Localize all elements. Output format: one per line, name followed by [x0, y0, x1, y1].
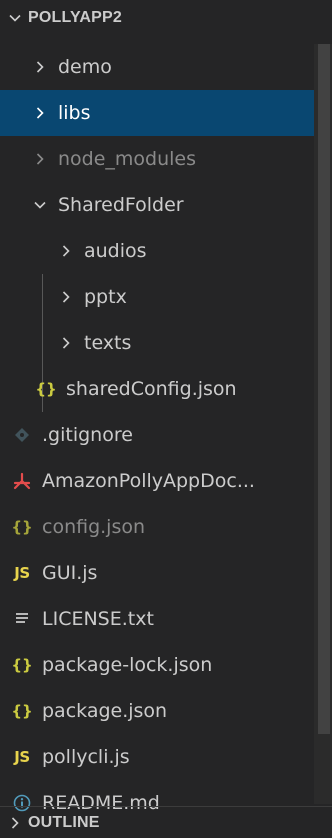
tree-file-package-json[interactable]: {} package.json: [0, 688, 314, 734]
json-braces-icon: {}: [11, 518, 33, 536]
explorer-panel: POLLYAPP2 demo libs node_modules SharedF…: [0, 0, 332, 837]
tree-item-label: node_modules: [58, 148, 197, 170]
tree-file-pollycli-js[interactable]: JS pollycli.js: [0, 734, 314, 780]
tree-folder-demo[interactable]: demo: [0, 44, 314, 90]
tree-item-label: package-lock.json: [42, 654, 213, 676]
tree-item-label: libs: [58, 102, 91, 124]
project-section-header[interactable]: POLLYAPP2: [0, 0, 332, 36]
file-tree: demo libs node_modules SharedFolder audi…: [0, 44, 314, 826]
tree-item-label: AmazonPollyAppDoc...: [42, 470, 255, 492]
js-icon: JS: [14, 564, 30, 582]
chevron-right-icon: [28, 55, 52, 79]
tree-item-label: package.json: [42, 700, 168, 722]
tree-folder-texts[interactable]: texts: [0, 320, 314, 366]
json-braces-icon: {}: [11, 702, 33, 720]
tree-item-label: .gitignore: [42, 424, 133, 446]
text-lines-icon: [10, 612, 34, 626]
json-braces-icon: {}: [11, 656, 33, 674]
tree-folder-node-modules[interactable]: node_modules: [0, 136, 314, 182]
chevron-right-icon: [28, 147, 52, 171]
tree-item-label: audios: [84, 240, 147, 262]
chevron-right-icon: [54, 331, 78, 355]
tree-item-label: pptx: [84, 286, 127, 308]
js-icon: JS: [14, 748, 30, 766]
tree-folder-pptx[interactable]: pptx: [0, 274, 314, 320]
chevron-down-icon: [28, 193, 52, 217]
tree-item-label: LICENSE.txt: [42, 608, 154, 630]
project-title: POLLYAPP2: [28, 9, 122, 26]
tree-folder-sharedfolder[interactable]: SharedFolder: [0, 182, 314, 228]
tree-file-package-lock-json[interactable]: {} package-lock.json: [0, 642, 314, 688]
outline-section-header[interactable]: OUTLINE: [0, 806, 332, 838]
git-diamond-icon: [10, 427, 34, 443]
tree-item-label: sharedConfig.json: [66, 378, 237, 400]
tree-file-gui-js[interactable]: JS GUI.js: [0, 550, 314, 596]
chevron-right-icon: [54, 285, 78, 309]
scrollbar-thumb[interactable]: [318, 44, 330, 734]
chevron-down-icon: [2, 11, 28, 25]
chevron-right-icon: [2, 816, 28, 830]
outline-title: OUTLINE: [28, 813, 100, 831]
json-braces-icon: {}: [35, 380, 57, 398]
tree-item-label: pollycli.js: [42, 746, 130, 768]
pdf-icon: [10, 472, 34, 490]
tree-file-sharedconfig-json[interactable]: {} sharedConfig.json: [0, 366, 314, 412]
tree-item-label: texts: [84, 332, 132, 354]
tree-item-label: config.json: [42, 516, 146, 538]
tree-folder-libs[interactable]: libs: [0, 90, 314, 136]
chevron-right-icon: [54, 239, 78, 263]
scrollbar[interactable]: [314, 44, 332, 804]
tree-file-amazonpollyappdoc[interactable]: AmazonPollyAppDoc...: [0, 458, 314, 504]
tree-item-label: demo: [58, 56, 112, 78]
tree-folder-audios[interactable]: audios: [0, 228, 314, 274]
tree-file-license-txt[interactable]: LICENSE.txt: [0, 596, 314, 642]
tree-file-gitignore[interactable]: .gitignore: [0, 412, 314, 458]
chevron-right-icon: [28, 101, 52, 125]
tree-item-label: GUI.js: [42, 562, 98, 584]
tree-file-config-json[interactable]: {} config.json: [0, 504, 314, 550]
tree-item-label: SharedFolder: [58, 194, 184, 216]
